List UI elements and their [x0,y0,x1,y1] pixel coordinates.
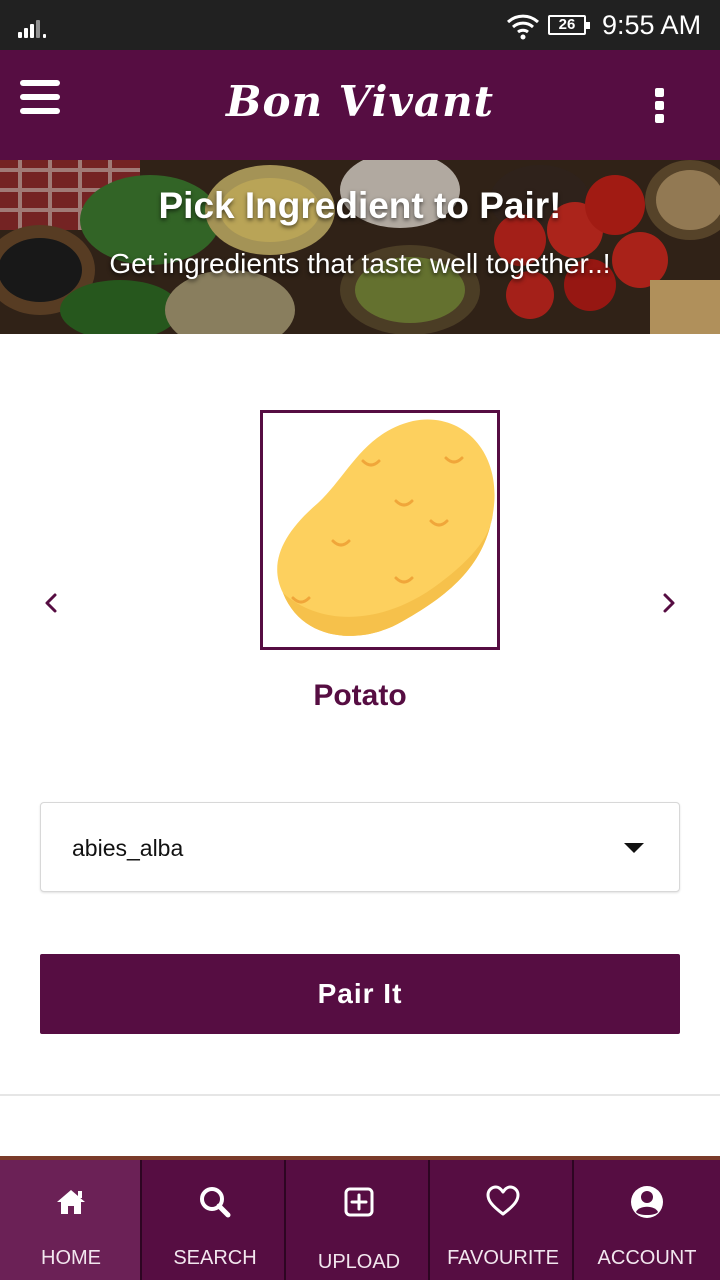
nav-item-search[interactable]: SEARCH [144,1160,286,1280]
app-title: Bon Vivant [225,77,495,126]
ingredient-name: Potato [313,679,407,712]
divider [0,1094,720,1096]
nav-label-upload: UPLOAD [317,1251,401,1273]
bottom-navigation: HOME SEARCH UPLOAD FAVOURITE ACCOUNT [0,1160,720,1280]
nav-item-home[interactable]: HOME [0,1160,142,1280]
potato-image [277,419,495,636]
app-bar: Bon Vivant [0,50,720,160]
home-icon [57,1190,85,1214]
nav-label-home: HOME [41,1247,101,1269]
nav-label-search: SEARCH [173,1247,257,1269]
status-time: 9:55 AM [602,10,702,40]
status-bar: 26 9:55 AM [0,0,720,50]
signal-icon [18,16,52,38]
nav-item-upload[interactable]: UPLOAD [288,1160,430,1280]
chevron-left-icon[interactable] [36,588,66,618]
more-options-icon[interactable] [650,88,670,123]
banner: Pick Ingredient to Pair! Get ingredients… [0,160,720,334]
battery-icon: 26 [548,15,590,35]
search-icon [200,1187,231,1218]
nav-label-favourite: FAVOURITE [447,1247,559,1269]
nav-label-account: ACCOUNT [597,1247,697,1269]
account-icon [631,1186,663,1218]
banner-title: Pick Ingredient to Pair! [158,185,562,226]
wifi-icon [506,14,540,40]
dropdown-selected-value: abies_alba [72,835,184,861]
plus-square-icon [344,1187,374,1217]
ingredient-dropdown[interactable]: abies_alba [40,802,680,892]
banner-subtitle: Get ingredients that taste well together… [109,248,611,279]
nav-item-account[interactable]: ACCOUNT [576,1160,720,1280]
ingredient-image-frame[interactable] [260,410,500,650]
caret-down-icon [624,843,644,853]
nav-item-favourite[interactable]: FAVOURITE [432,1160,574,1280]
heart-icon [486,1185,520,1216]
chevron-right-icon[interactable] [654,588,684,618]
pair-it-button[interactable]: Pair It [40,954,680,1034]
